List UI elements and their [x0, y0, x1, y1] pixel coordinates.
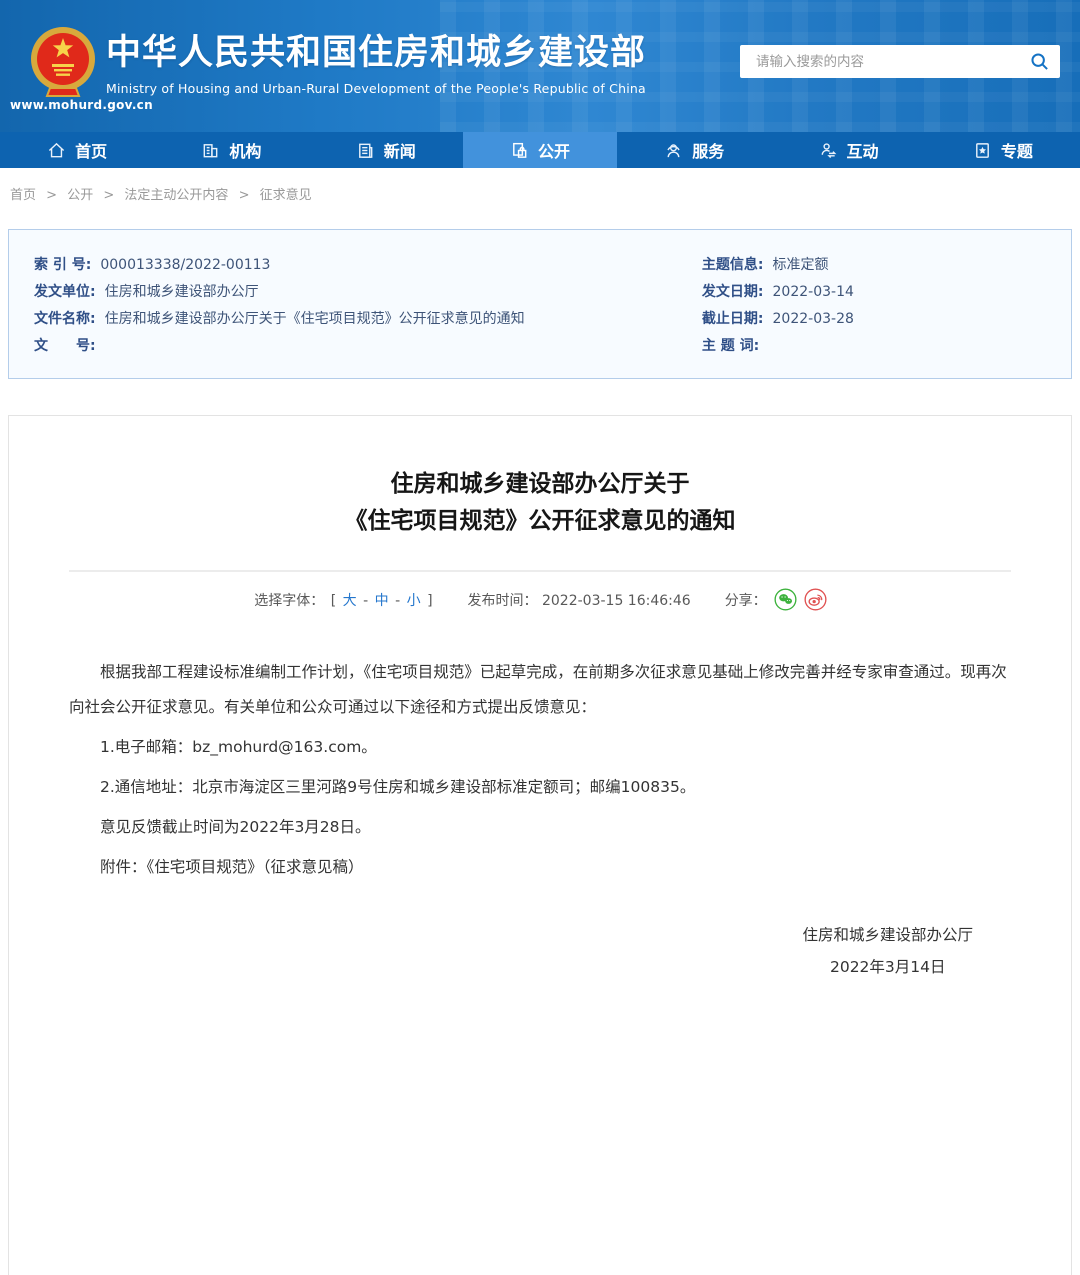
site-title-cn: 中华人民共和国住房和城乡建设部 [106, 32, 646, 74]
nav-tab-organization[interactable]: 机构 [154, 132, 308, 168]
font-selector-label: 选择字体： [254, 593, 324, 609]
breadcrumb-statutory-disclosure[interactable]: 法定主动公开内容 [124, 188, 228, 203]
nav-tab-label: 机构 [229, 138, 261, 162]
signature-inner: 住房和城乡建设部办公厅 2022年3月14日 [802, 919, 973, 983]
search-box [740, 45, 1060, 78]
nav-tab-label: 新闻 [384, 138, 416, 162]
meta-label: 文件名称: [34, 306, 96, 333]
signature-date: 2022年3月14日 [802, 951, 973, 983]
meta-label: 发文单位: [34, 279, 96, 306]
meta-value: 住房和城乡建设部办公厅 [105, 279, 259, 306]
meta-left-column: 索 引 号: 000013338/2022-00113 发文单位: 住房和城乡建… [34, 252, 702, 360]
share-label: 分享： [725, 590, 767, 610]
article-paragraph-attachment: 附件：《住宅项目规范》（征求意见稿） [69, 850, 1011, 885]
article-title-line1: 住房和城乡建设部办公厅关于 [69, 466, 1011, 503]
publish-time-label: 发布时间： [468, 593, 538, 609]
wechat-icon[interactable] [774, 588, 797, 611]
nav-tab-label: 专题 [1001, 138, 1033, 162]
nav-tab-label: 公开 [538, 138, 570, 162]
weibo-icon[interactable] [804, 588, 827, 611]
meta-row-keywords: 主 题 词: [702, 333, 1046, 360]
meta-label: 主 题 词: [702, 333, 759, 360]
dash: - [395, 593, 400, 609]
nav-tab-label: 首页 [75, 138, 107, 162]
disclosure-icon [510, 141, 529, 160]
article-paragraph: 根据我部工程建设标准编制工作计划，《住宅项目规范》已起草完成，在前期多次征求意见… [69, 655, 1011, 725]
meta-row-index-number: 索 引 号: 000013338/2022-00113 [34, 252, 702, 279]
meta-label: 索 引 号: [34, 252, 91, 279]
breadcrumb-home[interactable]: 首页 [10, 188, 36, 203]
nav-tab-home[interactable]: 首页 [0, 132, 154, 168]
font-size-medium-link[interactable]: 中 [375, 593, 389, 609]
topics-icon [973, 141, 992, 160]
breadcrumb: 首页 > 公开 > 法定主动公开内容 > 征求意见 [0, 168, 1080, 229]
meta-value: 2022-03-14 [773, 279, 854, 306]
site-url: www.mohurd.gov.cn [10, 98, 140, 112]
nav-tab-disclosure[interactable]: 公开 [463, 132, 617, 168]
nav-tab-label: 服务 [692, 138, 724, 162]
bracket: [ [331, 593, 336, 609]
search-icon[interactable] [1028, 51, 1050, 73]
meta-row-issue-date: 发文日期: 2022-03-14 [702, 279, 1046, 306]
breadcrumb-separator: > [103, 188, 114, 203]
signature-block: 住房和城乡建设部办公厅 2022年3月14日 [69, 919, 1011, 983]
document-meta-card: 索 引 号: 000013338/2022-00113 发文单位: 住房和城乡建… [8, 229, 1072, 379]
home-icon [47, 141, 66, 160]
meta-row-topic-info: 主题信息: 标准定额 [702, 252, 1046, 279]
main-nav: 首页 机构 新闻 公开 服务 [0, 132, 1080, 168]
interaction-icon [819, 141, 838, 160]
meta-label: 发文日期: [702, 279, 764, 306]
dash: - [363, 593, 368, 609]
article-paragraph-deadline: 意见反馈截止时间为2022年3月28日。 [69, 810, 1011, 845]
article-title: 住房和城乡建设部办公厅关于 《住宅项目规范》公开征求意见的通知 [69, 466, 1011, 540]
site-title-en: Ministry of Housing and Urban-Rural Deve… [106, 81, 646, 96]
article-title-line2: 《住宅项目规范》公开征求意见的通知 [69, 503, 1011, 540]
publish-time-value: 2022-03-15 16:46:46 [542, 593, 691, 609]
share-block: 分享： [725, 588, 827, 611]
nav-tab-label: 互动 [847, 138, 879, 162]
article-meta-row: 选择字体： [ 大 - 中 - 小 ] 发布时间： 2022-03-15 16:… [69, 588, 1011, 611]
meta-row-document-number: 文 号: [34, 333, 702, 360]
nav-tab-service[interactable]: 服务 [617, 132, 771, 168]
news-icon [356, 141, 375, 160]
site-title-block: 中华人民共和国住房和城乡建设部 Ministry of Housing and … [106, 32, 646, 96]
meta-label: 截止日期: [702, 306, 764, 333]
meta-value: 住房和城乡建设部办公厅关于《住宅项目规范》公开征求意见的通知 [105, 306, 525, 333]
national-emblem-icon [30, 26, 96, 102]
meta-value: 标准定额 [773, 252, 829, 279]
bracket: ] [427, 593, 432, 609]
signature-name: 住房和城乡建设部办公厅 [802, 919, 973, 951]
publish-time-block: 发布时间： 2022-03-15 16:46:46 [468, 590, 691, 610]
meta-row-deadline-date: 截止日期: 2022-03-28 [702, 306, 1046, 333]
search-input[interactable] [754, 53, 1028, 71]
meta-label: 主题信息: [702, 252, 764, 279]
organization-icon [201, 141, 220, 160]
article-paragraph-address: 2.通信地址：北京市海淀区三里河路9号住房和城乡建设部标准定额司；邮编10083… [69, 770, 1011, 805]
font-size-selector: 选择字体： [ 大 - 中 - 小 ] [253, 590, 433, 610]
breadcrumb-separator: > [239, 188, 250, 203]
title-divider [69, 570, 1011, 572]
article-paragraph-email: 1.电子邮箱：bz_mohurd@163.com。 [69, 730, 1011, 765]
nav-tab-news[interactable]: 新闻 [309, 132, 463, 168]
meta-right-column: 主题信息: 标准定额 发文日期: 2022-03-14 截止日期: 2022-0… [702, 252, 1046, 360]
meta-row-issuing-unit: 发文单位: 住房和城乡建设部办公厅 [34, 279, 702, 306]
meta-label: 文 号: [34, 333, 96, 360]
meta-value: 2022-03-28 [773, 306, 854, 333]
meta-row-document-title: 文件名称: 住房和城乡建设部办公厅关于《住宅项目规范》公开征求意见的通知 [34, 306, 702, 333]
meta-value: 000013338/2022-00113 [100, 252, 270, 279]
breadcrumb-disclosure[interactable]: 公开 [67, 188, 93, 203]
article-body: 根据我部工程建设标准编制工作计划，《住宅项目规范》已起草完成，在前期多次征求意见… [69, 655, 1011, 885]
breadcrumb-separator: > [46, 188, 57, 203]
nav-tab-topics[interactable]: 专题 [926, 132, 1080, 168]
article-card: 住房和城乡建设部办公厅关于 《住宅项目规范》公开征求意见的通知 选择字体： [ … [8, 415, 1072, 1275]
service-icon [664, 141, 683, 160]
site-header: www.mohurd.gov.cn 中华人民共和国住房和城乡建设部 Minist… [0, 0, 1080, 132]
nav-tab-interaction[interactable]: 互动 [771, 132, 925, 168]
font-size-small-link[interactable]: 小 [407, 593, 421, 609]
breadcrumb-current: 征求意见 [260, 188, 312, 203]
font-size-large-link[interactable]: 大 [343, 593, 357, 609]
